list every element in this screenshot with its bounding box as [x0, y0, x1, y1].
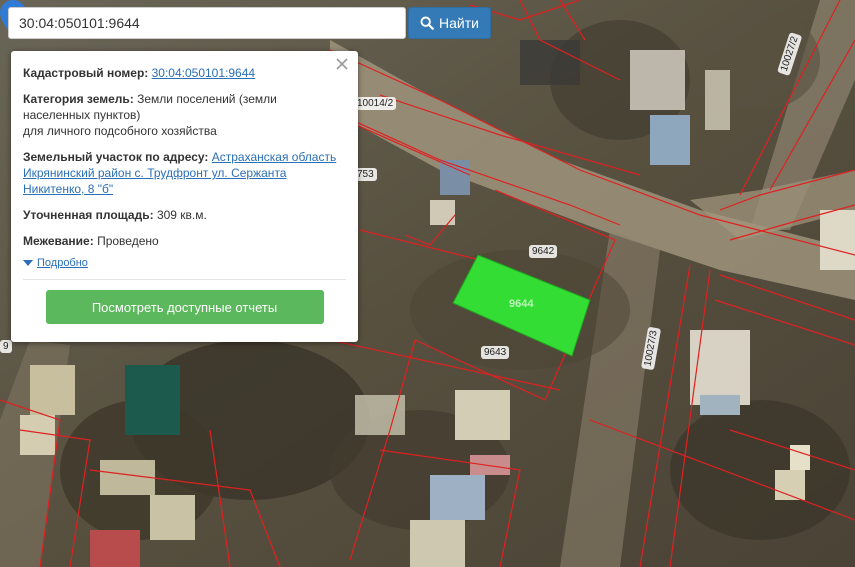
details-link[interactable]: Подробно	[37, 257, 88, 269]
survey-row: Межевание: Проведено	[23, 233, 346, 249]
search-button[interactable]: Найти	[408, 7, 491, 39]
address-label: Земельный участок по адресу:	[23, 150, 209, 164]
search-input[interactable]	[8, 7, 406, 39]
area-label: Уточненная площадь:	[23, 208, 154, 222]
search-icon	[420, 16, 434, 30]
land-category-value-1: Земли поселений (земли	[137, 92, 277, 106]
cadastral-number-label: Кадастровый номер:	[23, 66, 149, 80]
details-toggle[interactable]: Подробно	[23, 257, 346, 269]
plot-label-10014: 10014/2	[354, 97, 397, 110]
parcel-number-label: 9644	[509, 298, 534, 310]
cadastral-number-row: Кадастровый номер: 30:04:050101:9644	[23, 65, 346, 81]
address-link-3[interactable]: Никитенко, 8 "б"	[23, 182, 113, 196]
land-category-value-2: населенных пунктов)	[23, 108, 141, 122]
search-button-label: Найти	[439, 15, 479, 31]
popup-divider	[23, 279, 346, 280]
address-link-1[interactable]: Астраханская область	[212, 150, 336, 164]
address-link-2[interactable]: Икрянинский район с. Трудфронт ул. Сержа…	[23, 166, 286, 180]
close-icon[interactable]	[335, 57, 349, 71]
cadastral-number-link[interactable]: 30:04:050101:9644	[152, 66, 255, 80]
survey-label: Межевание:	[23, 234, 94, 248]
area-value: 309 кв.м.	[156, 208, 207, 222]
plot-label-9: 9	[0, 340, 12, 353]
address-row: Земельный участок по адресу: Астраханска…	[23, 149, 346, 197]
plot-label-9642: 9642	[529, 245, 558, 258]
land-category-row: Категория земель: Земли поселений (земли…	[23, 91, 346, 139]
area-row: Уточненная площадь: 309 кв.м.	[23, 207, 346, 223]
plot-label-9643: 9643	[481, 346, 510, 359]
caret-down-icon	[23, 260, 33, 266]
land-category-label: Категория земель:	[23, 92, 134, 106]
view-reports-button[interactable]: Посмотреть доступные отчеты	[45, 290, 324, 324]
parcel-info-popup: Кадастровый номер: 30:04:050101:9644 Кат…	[11, 51, 358, 342]
land-category-value-3: для личного подсобного хозяйства	[23, 124, 217, 138]
survey-value: Проведено	[97, 234, 159, 248]
